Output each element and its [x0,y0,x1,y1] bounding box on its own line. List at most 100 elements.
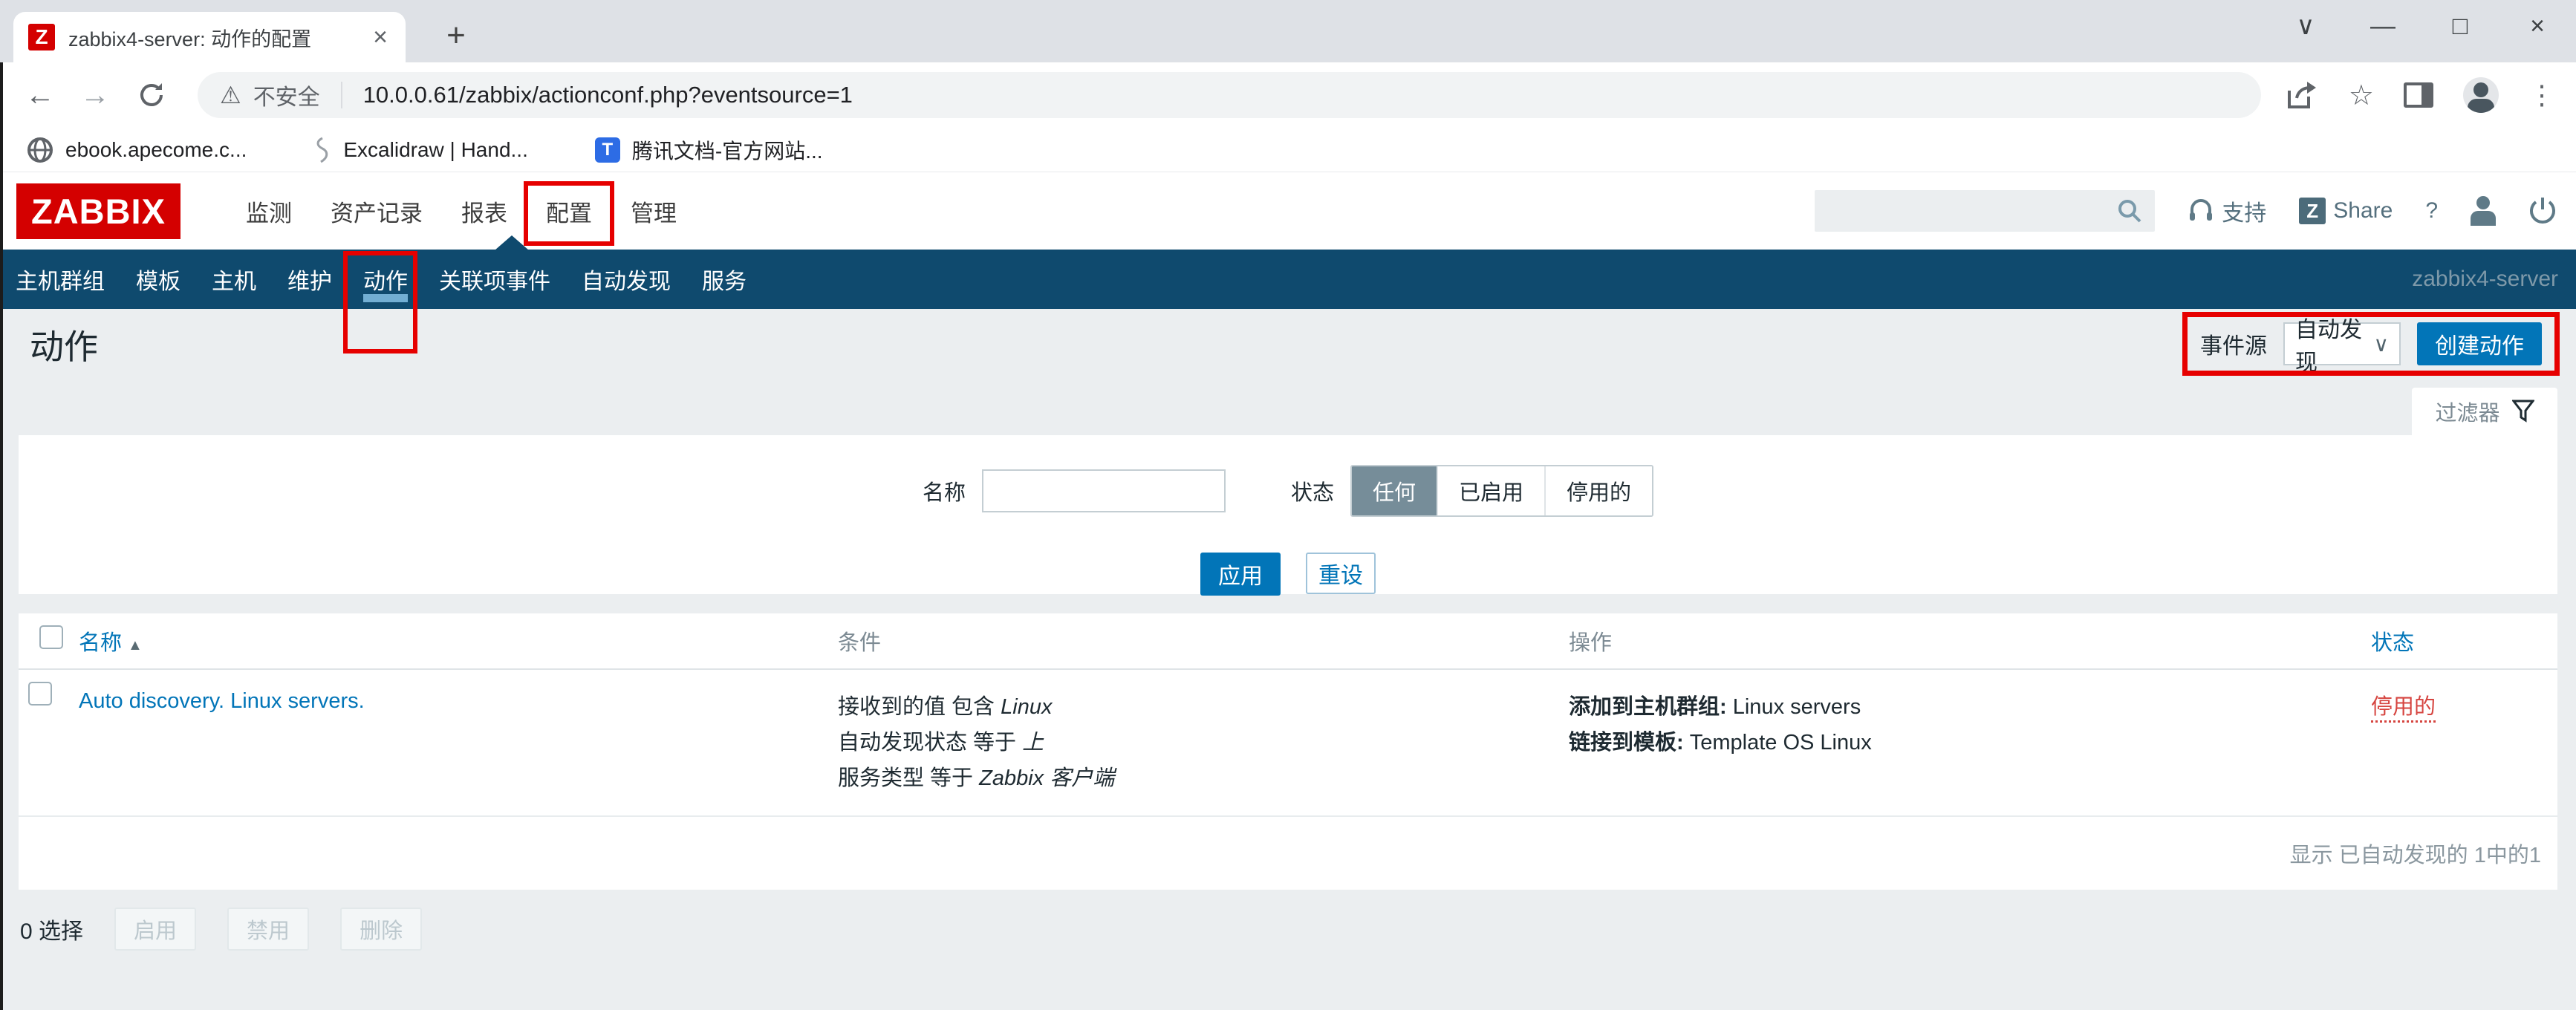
reset-button[interactable]: 重设 [1306,553,1376,594]
logout-icon[interactable] [2528,196,2557,226]
disable-button[interactable]: 禁用 [227,908,309,951]
nav-item-discovery[interactable]: 自动发现 [566,250,686,309]
zabbix-logo[interactable]: ZABBIX [16,183,180,239]
new-tab-button[interactable]: + [434,13,478,58]
bookmark-item[interactable]: ebook.apecome.c... [27,137,247,163]
globe-icon [27,137,53,163]
browser-address-bar: ← → ⚠ 不安全 10.0.0.61/zabbix/actionconf.ph… [0,62,2576,128]
zabbix-favicon-icon: Z [28,24,55,50]
support-link[interactable]: 支持 [2188,195,2266,227]
status-option-any[interactable]: 任何 [1352,466,1437,515]
share-link[interactable]: Z Share [2299,198,2393,224]
bookmark-item[interactable]: T 腾讯文档-官方网站... [595,135,823,165]
bookmark-item[interactable]: Excalidraw | Hand... [313,137,528,163]
filter-tab-row: 过滤器 [0,380,2576,435]
window-maximize-icon[interactable]: □ [2421,0,2499,52]
enable-button[interactable]: 启用 [114,908,196,951]
nav-item-actions-label: 动作 [363,263,408,296]
sort-ascending-icon: ▲ [128,637,143,654]
window-menu-chevron-icon[interactable]: ∨ [2267,0,2344,52]
back-icon[interactable]: ← [25,79,55,112]
status-option-disabled[interactable]: 停用的 [1544,466,1652,515]
table-header-row: 名称▲ 条件 操作 状态 [19,613,2557,670]
tencent-docs-icon: T [595,137,620,163]
filter-buttons-row: 应用 重设 [1200,553,1376,596]
menu-item-configuration[interactable]: 配置 [527,184,611,238]
nav-item-event-correlation[interactable]: 关联项事件 [423,250,566,309]
name-filter-input[interactable] [982,469,1226,512]
side-panel-icon[interactable] [2404,82,2433,108]
zabbix-search-input[interactable] [1815,190,2155,232]
server-name-label: zabbix4-server [2412,267,2558,292]
filter-fields-row: 名称 状态 任何 已启用 停用的 [923,465,1653,517]
active-nav-underline [363,294,408,302]
browser-menu-icon[interactable]: ⋮ [2528,79,2555,111]
row-checkbox[interactable] [28,682,52,706]
nav-item-maintenance[interactable]: 维护 [272,250,348,309]
support-label: 支持 [2222,195,2266,227]
tab-close-icon[interactable]: × [370,23,391,52]
search-icon [2116,198,2143,224]
selected-count: 0 选择 [20,913,83,945]
bookmark-label: ebook.apecome.c... [65,138,247,162]
forward-icon[interactable]: → [80,79,110,112]
column-header-name[interactable]: 名称▲ [68,613,827,668]
column-header-status[interactable]: 状态 [2360,613,2557,668]
event-source-select[interactable]: 自动发现 ∨ [2283,322,2401,365]
window-close-icon[interactable]: × [2499,0,2576,52]
bookmark-star-icon[interactable]: ☆ [2349,79,2374,112]
window-minimize-icon[interactable]: — [2344,0,2421,52]
reload-icon[interactable] [137,80,166,110]
filter-panel: 名称 状态 任何 已启用 停用的 应用 重设 [19,435,2557,594]
selected-menu-arrow [495,235,529,250]
chevron-down-icon: ∨ [2374,332,2390,356]
address-bar-icons: ☆ ⋮ [2286,77,2576,113]
menu-item-reports[interactable]: 报表 [442,184,527,238]
page-title: 动作 [30,320,98,369]
create-action-button[interactable]: 创建动作 [2417,322,2542,365]
nav-item-templates[interactable]: 模板 [120,250,196,309]
event-source-label: 事件源 [2200,328,2267,360]
name-filter-label: 名称 [923,475,966,506]
share-icon[interactable] [2286,80,2319,110]
url-omnibox[interactable]: ⚠ 不安全 10.0.0.61/zabbix/actionconf.php?ev… [198,72,2261,118]
nav-item-services[interactable]: 服务 [686,250,762,309]
browser-tab[interactable]: Z zabbix4-server: 动作的配置 × [13,12,406,62]
nav-item-actions[interactable]: 动作 [348,250,423,309]
nav-item-host-groups[interactable]: 主机群组 [0,250,120,309]
excalidraw-icon [313,137,331,163]
not-secure-label[interactable]: 不安全 [253,79,320,111]
nav-item-hosts[interactable]: 主机 [196,250,272,309]
menu-item-monitoring[interactable]: 监测 [227,184,311,238]
status-filter-label: 状态 [1291,475,1334,506]
status-option-enabled[interactable]: 已启用 [1437,466,1544,515]
action-name-link[interactable]: Auto discovery. Linux servers. [79,689,365,713]
column-header-operation: 操作 [1558,613,2360,668]
window-left-edge [0,62,3,1010]
not-secure-warning-icon: ⚠ [220,81,241,109]
bottom-action-bar: 0 选择 启用 禁用 删除 [20,908,2557,951]
menu-item-administration[interactable]: 管理 [611,184,696,238]
profile-avatar[interactable] [2463,77,2499,113]
filter-label: 过滤器 [2435,396,2499,427]
window-controls: ∨ — □ × [2267,0,2576,52]
user-profile-icon[interactable] [2471,196,2496,226]
status-segmented-control: 任何 已启用 停用的 [1350,465,1653,517]
menu-item-inventory[interactable]: 资产记录 [311,184,442,238]
bookmark-label: 腾讯文档-官方网站... [632,135,823,165]
delete-button[interactable]: 删除 [340,908,422,951]
help-link[interactable]: ? [2425,198,2438,224]
funnel-icon [2512,400,2534,423]
apply-button[interactable]: 应用 [1200,553,1281,596]
omnibox-divider [341,82,342,108]
zabbix-header-right: 支持 Z Share ? [1815,190,2557,232]
filter-toggle-tab[interactable]: 过滤器 [2412,388,2557,435]
url-text[interactable]: 10.0.0.61/zabbix/actionconf.php?eventsou… [363,82,853,108]
status-link-disabled[interactable]: 停用的 [2371,695,2436,723]
tab-title: zabbix4-server: 动作的配置 [68,23,357,52]
select-all-checkbox[interactable] [39,625,63,649]
table-row: Auto discovery. Linux servers. 接收到的值 包含 … [19,670,2557,817]
zabbix-main-menu: 监测 资产记录 报表 配置 管理 [227,184,696,238]
bookmarks-bar: ebook.apecome.c... Excalidraw | Hand... … [0,128,2576,172]
table-footer-count: 显示 已自动发现的 1中的1 [19,817,2557,890]
